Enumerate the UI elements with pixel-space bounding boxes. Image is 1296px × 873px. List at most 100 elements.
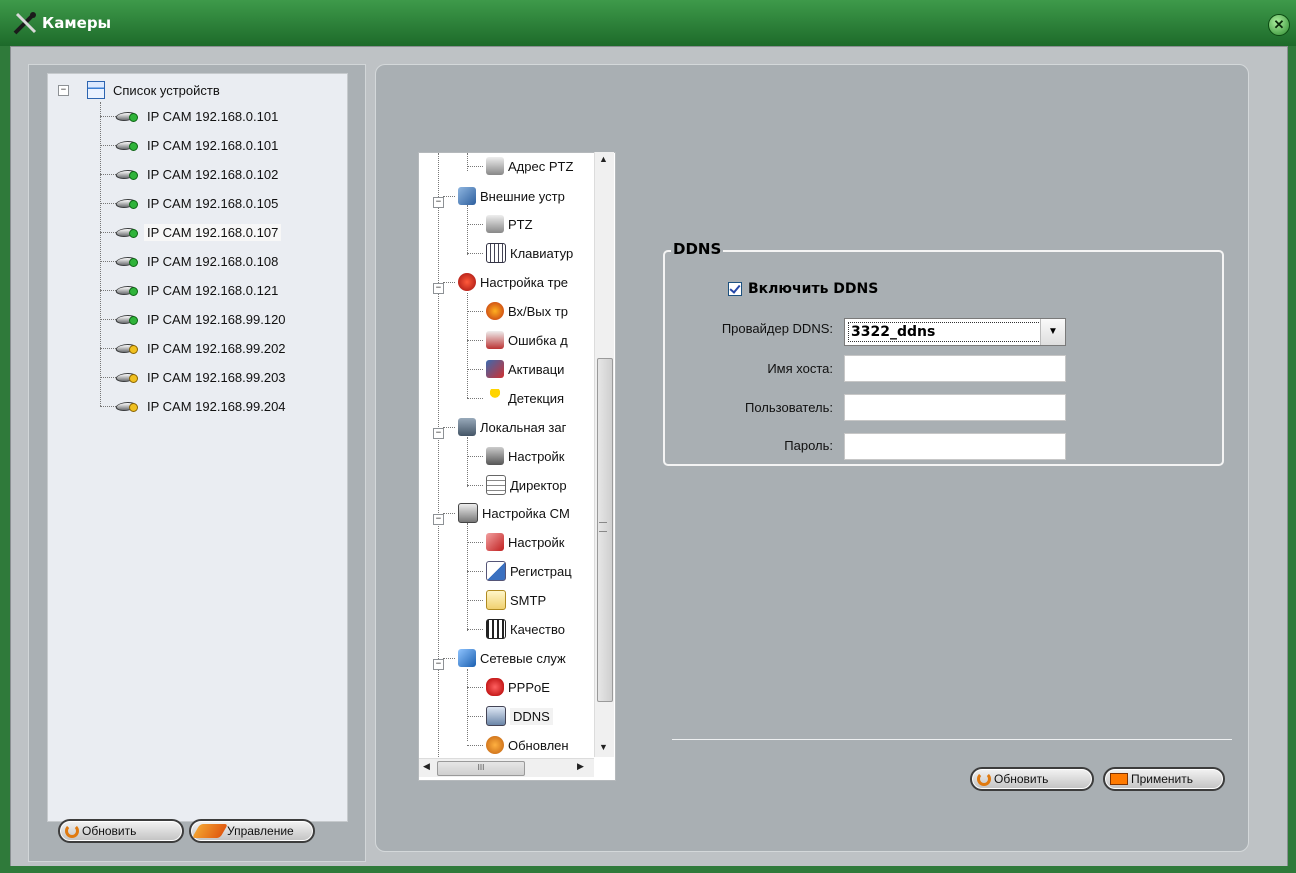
device-item[interactable]: IP CAM 192.168.0.102: [100, 164, 281, 184]
tree-item-external-devices[interactable]: Внешние устр: [443, 185, 565, 207]
device-item[interactable]: IP CAM 192.168.99.204: [100, 396, 289, 416]
tree-item-pppoe[interactable]: PPPoE: [467, 676, 550, 698]
manage-button[interactable]: Управление: [189, 819, 315, 843]
collapse-icon[interactable]: −: [58, 84, 69, 96]
tree-item-cms-config[interactable]: Настройк: [467, 531, 564, 553]
username-field[interactable]: [844, 394, 1066, 421]
alarm-settings-icon: [458, 273, 476, 291]
device-item[interactable]: IP CAM 192.168.99.203: [100, 367, 289, 387]
external-devices-icon: [458, 187, 476, 205]
device-item[interactable]: IP CAM 192.168.0.108: [100, 251, 281, 271]
device-item[interactable]: IP CAM 192.168.0.105: [100, 193, 281, 213]
tree-item-activation[interactable]: Активаци: [467, 358, 564, 380]
camera-online-icon: [113, 139, 139, 151]
scroll-left-icon[interactable]: ◀: [423, 761, 430, 772]
camera-online-icon: [113, 197, 139, 209]
window-title: Камеры: [42, 14, 112, 32]
scrollbar-thumb[interactable]: III: [437, 761, 525, 776]
title-bar: Камеры ✕: [0, 0, 1296, 46]
device-item[interactable]: IP CAM 192.168.0.101: [100, 135, 281, 155]
ptz-icon: [486, 215, 504, 233]
hostname-label: Имя хоста:: [767, 361, 833, 376]
settings-tree: Адрес PTZ − Внешние устр PTZ Клавиатур −…: [418, 152, 616, 781]
enable-ddns-label: Включить DDNS: [748, 281, 879, 297]
storage-settings-icon: [486, 447, 504, 465]
email-icon: [486, 590, 506, 610]
network-services-icon: [458, 649, 476, 667]
quality-icon: [486, 619, 506, 639]
refresh-icon: [977, 772, 991, 786]
scroll-down-icon[interactable]: ▼: [599, 742, 608, 752]
username-label: Пользователь:: [745, 400, 833, 415]
device-item-label: IP CAM 192.168.99.202: [147, 340, 286, 356]
device-item[interactable]: IP CAM 192.168.99.202: [100, 338, 289, 358]
device-item-selected[interactable]: IP CAM 192.168.0.107: [100, 222, 282, 242]
divider: [672, 739, 1232, 740]
apply-button[interactable]: Применить: [1103, 767, 1225, 791]
tree-item-ptz-address[interactable]: Адрес PTZ: [467, 155, 573, 177]
tree-item-cms-settings[interactable]: Настройка CM: [443, 502, 570, 524]
hostname-field[interactable]: [844, 355, 1066, 382]
scroll-right-icon[interactable]: ▶: [577, 761, 584, 772]
device-tree-root[interactable]: − Список устройств: [58, 80, 220, 100]
settings-tree-vertical-scrollbar[interactable]: ▲ ▼: [594, 152, 614, 757]
camera-unknown-icon: [113, 400, 139, 412]
tree-item-motion-detection[interactable]: Детекция: [467, 387, 564, 409]
tree-item-disk-error[interactable]: Ошибка д: [467, 329, 568, 351]
device-item-label: IP CAM 192.168.0.107: [144, 223, 282, 241]
password-field[interactable]: [844, 433, 1066, 460]
refresh-button-label: Обновить: [82, 824, 137, 838]
tree-item-directory[interactable]: Директор: [467, 474, 567, 496]
ptz-address-icon: [486, 157, 504, 175]
motion-detection-icon: [486, 389, 504, 407]
scroll-up-icon[interactable]: ▲: [599, 154, 608, 164]
camera-online-icon: [113, 313, 139, 325]
registration-icon: [486, 561, 506, 581]
update-icon: [486, 736, 504, 754]
directory-icon: [486, 475, 506, 495]
tree-item-quality[interactable]: Качество: [467, 618, 565, 640]
provider-select[interactable]: 3322_ddns ▼: [844, 318, 1066, 346]
tree-item-alarm-settings[interactable]: Настройка тре: [443, 271, 568, 293]
manage-button-label: Управление: [227, 824, 294, 838]
apply-icon: [1110, 773, 1128, 785]
device-item-label: IP CAM 192.168.0.101: [147, 108, 279, 124]
activation-icon: [486, 360, 504, 378]
ddns-icon: [486, 706, 506, 726]
enable-ddns-checkbox[interactable]: Включить DDNS: [728, 281, 878, 297]
camera-online-icon: [113, 110, 139, 122]
refresh-settings-button[interactable]: Обновить: [970, 767, 1094, 791]
settings-tree-horizontal-scrollbar[interactable]: ◀ III ▶: [419, 758, 594, 777]
device-tree: − Список устройств IP CAM 192.168.0.101 …: [47, 73, 348, 822]
tree-item-network-services[interactable]: Сетевые служ: [443, 647, 566, 669]
device-item[interactable]: IP CAM 192.168.0.121: [100, 280, 281, 300]
checkbox-checked-icon[interactable]: [728, 282, 742, 296]
tree-item-ddns[interactable]: DDNS: [467, 705, 553, 727]
device-list-icon: [87, 81, 105, 99]
io-alarm-icon: [486, 302, 504, 320]
tree-item-io-alarm[interactable]: Вх/Вых тр: [467, 300, 568, 322]
local-storage-icon: [458, 418, 476, 436]
refresh-icon: [65, 824, 79, 838]
device-item[interactable]: IP CAM 192.168.0.101: [100, 106, 281, 126]
close-button[interactable]: ✕: [1268, 14, 1290, 36]
device-item-label: IP CAM 192.168.99.120: [147, 311, 286, 327]
cms-settings-icon: [458, 503, 478, 523]
tree-item-local-storage[interactable]: Локальная заг: [443, 416, 566, 438]
device-item[interactable]: IP CAM 192.168.99.120: [100, 309, 289, 329]
tree-item-ptz[interactable]: PTZ: [467, 213, 533, 235]
tree-item-update[interactable]: Обновлен: [467, 734, 569, 756]
tree-item-smtp[interactable]: SMTP: [467, 589, 546, 611]
tree-item-storage-settings[interactable]: Настройк: [467, 445, 564, 467]
device-item-label: IP CAM 192.168.99.204: [147, 398, 286, 414]
tree-item-keyboard[interactable]: Клавиатур: [467, 242, 573, 264]
provider-select-value: 3322_ddns: [848, 322, 1043, 342]
pppoe-icon: [486, 678, 504, 696]
camera-online-icon: [113, 168, 139, 180]
device-item-label: IP CAM 192.168.0.102: [147, 166, 279, 182]
device-item-label: IP CAM 192.168.0.108: [147, 253, 279, 269]
camera-unknown-icon: [113, 342, 139, 354]
dropdown-arrow-icon[interactable]: ▼: [1040, 319, 1065, 345]
tree-item-registration[interactable]: Регистрац: [467, 560, 572, 582]
refresh-button[interactable]: Обновить: [58, 819, 184, 843]
